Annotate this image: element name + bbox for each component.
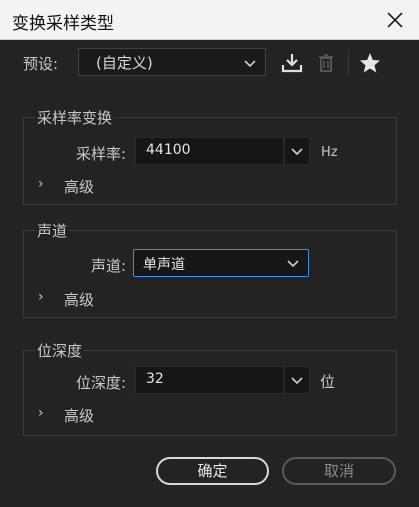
channel-value: 单声道 (143, 257, 185, 273)
chevron-right-icon: › (38, 176, 44, 192)
channel-group-title: 声道 (35, 220, 70, 241)
advanced-label: 高级 (64, 178, 95, 196)
channel-label: 声道: (91, 257, 127, 275)
preset-value: (自定义) (96, 54, 153, 72)
preset-dropdown[interactable]: (自定义) (78, 48, 266, 76)
chevron-right-icon: › (38, 289, 44, 305)
sample-rate-group-title: 采样率变换 (35, 107, 115, 128)
bit-depth-advanced-toggle[interactable]: › 高级 (38, 405, 118, 425)
chevron-right-icon: › (38, 405, 44, 421)
dialog-window: 变换采样类型 预设: (自定义) 采样率变换 采样率: 44100 Hz › 高… (0, 0, 419, 507)
sample-rate-dropdown-button[interactable] (284, 137, 310, 165)
favorite-star-icon[interactable] (357, 50, 383, 76)
sample-rate-input[interactable]: 44100 (135, 137, 284, 165)
channel-advanced-toggle[interactable]: › 高级 (38, 289, 118, 309)
chevron-down-icon (286, 256, 300, 270)
bit-depth-unit: 位 (320, 373, 336, 391)
advanced-label: 高级 (64, 291, 95, 309)
sample-rate-value: 44100 (146, 142, 191, 158)
toolbar-divider (348, 50, 349, 76)
bit-depth-label: 位深度: (76, 374, 127, 392)
sample-rate-advanced-toggle[interactable]: › 高级 (38, 176, 118, 196)
advanced-label: 高级 (64, 407, 95, 425)
delete-preset-icon[interactable] (313, 50, 339, 76)
channel-dropdown[interactable]: 单声道 (133, 249, 309, 277)
chevron-down-icon (243, 56, 257, 70)
bit-depth-input[interactable]: 32 (135, 366, 284, 394)
title-bar: 变换采样类型 (0, 0, 419, 40)
window-title: 变换采样类型 (12, 14, 114, 34)
chevron-down-icon (290, 373, 304, 387)
close-icon[interactable] (383, 8, 407, 32)
download-preset-icon[interactable] (279, 50, 305, 76)
ok-button[interactable]: 确定 (156, 457, 269, 485)
cancel-button[interactable]: 取消 (282, 457, 396, 485)
bit-depth-group-title: 位深度 (35, 340, 85, 361)
chevron-down-icon (290, 144, 304, 158)
sample-rate-label: 采样率: (76, 145, 127, 163)
bit-depth-dropdown-button[interactable] (284, 366, 310, 394)
preset-label: 预设: (23, 55, 59, 73)
bit-depth-value: 32 (146, 371, 164, 387)
sample-rate-unit: Hz (321, 145, 338, 160)
